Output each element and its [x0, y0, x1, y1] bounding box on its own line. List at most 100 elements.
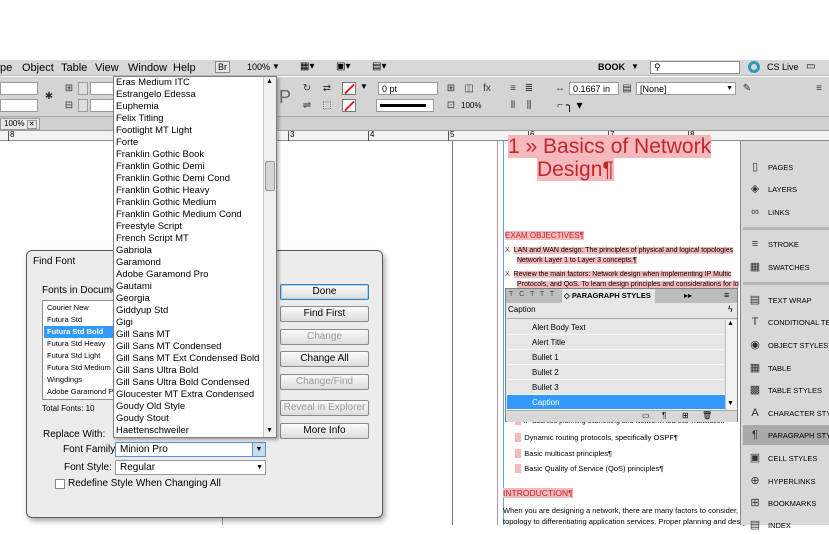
- stroke-type-select[interactable]: [376, 99, 434, 112]
- font-option[interactable]: Franklin Gothic Book: [116, 149, 204, 161]
- font-option[interactable]: Eras Medium ITC: [116, 77, 190, 89]
- menu-object[interactable]: Object: [22, 62, 54, 74]
- change-find-button[interactable]: Change/Find: [280, 374, 369, 390]
- scroll-down-icon[interactable]: ▼: [266, 427, 273, 434]
- font-option[interactable]: Franklin Gothic Medium: [116, 197, 216, 209]
- scale-x-field[interactable]: [90, 82, 114, 95]
- menu-help[interactable]: Help: [173, 62, 196, 74]
- cs-live-label[interactable]: CS Live: [767, 62, 799, 72]
- bridge-button[interactable]: Br: [215, 61, 230, 73]
- stroke-swatch[interactable]: [342, 99, 356, 112]
- align-center-icon[interactable]: ≣: [522, 82, 536, 96]
- find-first-button[interactable]: Find First: [280, 306, 369, 322]
- font-option[interactable]: Goudy Old Style: [116, 401, 185, 413]
- style-row[interactable]: Alert Body Text: [507, 320, 725, 335]
- menu-type[interactable]: pe: [0, 62, 12, 74]
- dock-item-layers[interactable]: ◈ LAYERS: [743, 179, 829, 199]
- font-option[interactable]: Euphemia: [116, 101, 159, 113]
- shear-icon[interactable]: ⇌: [300, 99, 314, 113]
- corner-shape-select[interactable]: ╮ ▾: [566, 98, 583, 112]
- scroll-up-icon[interactable]: ▲: [266, 78, 273, 85]
- dock-item-conditional-text[interactable]: T CONDITIONAL TE: [743, 312, 829, 332]
- reference-point-icon[interactable]: P: [279, 87, 291, 108]
- object-style-select[interactable]: [None] ▼: [636, 82, 736, 95]
- menu-view[interactable]: View: [95, 62, 119, 74]
- y-position-field[interactable]: [0, 99, 38, 112]
- change-all-button[interactable]: Change All: [280, 351, 369, 367]
- font-option[interactable]: Gill Sans MT Condensed: [116, 341, 221, 353]
- font-option[interactable]: Franklin Gothic Medium Cond: [116, 209, 242, 221]
- chevron-down-icon[interactable]: ▼: [256, 461, 263, 474]
- font-option[interactable]: Gloucester MT Extra Condensed: [116, 389, 254, 401]
- panel-tab-icons[interactable]: T C T T T: [509, 291, 556, 298]
- new-style-icon[interactable]: ⊞: [682, 411, 689, 420]
- dropdown-scrollbar[interactable]: ▲ ▼: [263, 77, 276, 437]
- dock-item-cell-styles[interactable]: ▣ CELL STYLES: [743, 448, 829, 468]
- dock-item-text-wrap[interactable]: ▤ TEXT WRAP: [743, 290, 829, 310]
- font-option[interactable]: Gill Sans Ultra Bold Condensed: [116, 377, 250, 389]
- fill-swatch[interactable]: [342, 82, 356, 95]
- more-info-button[interactable]: More Info: [280, 423, 369, 439]
- delete-icon[interactable]: 🗑: [702, 411, 712, 420]
- dock-item-links[interactable]: ∞ LINKS: [743, 202, 829, 222]
- scroll-down-icon[interactable]: ▼: [727, 400, 734, 407]
- style-row[interactable]: Bullet 2: [507, 365, 725, 380]
- font-option[interactable]: French Script MT: [116, 233, 189, 245]
- scroll-up-icon[interactable]: ▲: [727, 320, 734, 327]
- dock-item-swatches[interactable]: ▦ SWATCHES: [743, 257, 829, 277]
- font-option[interactable]: Garamond: [116, 257, 161, 269]
- screen-mode-icon[interactable]: ▣▾: [336, 61, 350, 72]
- font-option[interactable]: Forte: [116, 137, 138, 149]
- dock-item-stroke[interactable]: ≡ STROKE: [743, 234, 829, 254]
- dock-item-hyperlinks[interactable]: ⊕ HYPERLINKS: [743, 471, 829, 491]
- dock-item-table-styles[interactable]: ▩ TABLE STYLES: [743, 380, 829, 400]
- style-row[interactable]: Bullet 1: [507, 350, 725, 365]
- dock-item-pages[interactable]: ▯ PAGES: [743, 157, 829, 177]
- menu-table[interactable]: Table: [61, 62, 87, 74]
- panel-scrollbar[interactable]: ▲ ▼: [725, 320, 737, 410]
- chevron-down-icon[interactable]: ▼: [252, 443, 265, 456]
- dock-item-character-styles[interactable]: A CHARACTER STYL: [743, 403, 829, 423]
- font-option[interactable]: Goudy Stout: [116, 413, 169, 425]
- panel-menu-icon[interactable]: ≡: [724, 290, 729, 300]
- workspace-switcher[interactable]: BOOK: [598, 62, 625, 72]
- scroll-thumb[interactable]: [265, 161, 275, 191]
- style-row[interactable]: Bullet 3: [507, 380, 725, 395]
- panel-menu-icon[interactable]: ≡: [812, 82, 826, 96]
- font-option[interactable]: Freestyle Script: [116, 221, 182, 233]
- dock-item-table[interactable]: ▦ TABLE: [743, 358, 829, 378]
- chevron-down-icon[interactable]: ▼: [631, 62, 639, 71]
- font-option[interactable]: Adobe Garamond Pro: [116, 269, 208, 281]
- group-icon[interactable]: ▭: [642, 411, 650, 420]
- scale-y-field[interactable]: [90, 99, 114, 112]
- font-option[interactable]: Gill Sans MT Ext Condensed Bold: [116, 353, 259, 365]
- font-option[interactable]: Giddyup Std: [116, 305, 168, 317]
- font-option[interactable]: Footlight MT Light: [116, 125, 192, 137]
- gutter-icon[interactable]: ⫼: [522, 99, 536, 113]
- chevron-down-icon[interactable]: ▼: [272, 62, 280, 71]
- change-button[interactable]: Change: [280, 329, 369, 345]
- font-option[interactable]: Franklin Gothic Demi: [116, 161, 205, 173]
- dock-item-index[interactable]: ▤ INDEX: [743, 515, 829, 535]
- done-button[interactable]: Done: [280, 284, 369, 300]
- style-row-selected[interactable]: Caption: [507, 395, 725, 410]
- font-option[interactable]: Gigi: [116, 317, 133, 329]
- font-option[interactable]: Haettenschweiler: [116, 425, 189, 437]
- font-option[interactable]: Gill Sans MT: [116, 329, 170, 341]
- chevron-down-icon[interactable]: ▼: [360, 82, 368, 91]
- document-tab[interactable]: 100% ✕: [0, 118, 40, 130]
- dock-item-bookmarks[interactable]: ⊞ BOOKMARKS: [743, 493, 829, 513]
- scale-x-spinner[interactable]: [78, 82, 88, 95]
- columns-icon[interactable]: ⫴: [506, 99, 520, 113]
- font-option[interactable]: Georgia: [116, 293, 150, 305]
- new-style-icon[interactable]: ϟ: [728, 304, 733, 314]
- frame-width-field[interactable]: 0.1667 in: [569, 82, 619, 95]
- font-option[interactable]: Gabriola: [116, 245, 152, 257]
- stroke-weight-field[interactable]: 0 pt: [378, 82, 438, 95]
- font-option[interactable]: Estrangelo Edessa: [116, 89, 196, 101]
- font-option[interactable]: Franklin Gothic Heavy: [116, 185, 209, 197]
- clear-overrides-icon[interactable]: ¶: [662, 411, 666, 420]
- select-container-icon[interactable]: ⬚: [320, 99, 334, 113]
- menu-window[interactable]: Window: [128, 62, 167, 74]
- view-options-icon[interactable]: ▦▾: [300, 61, 314, 72]
